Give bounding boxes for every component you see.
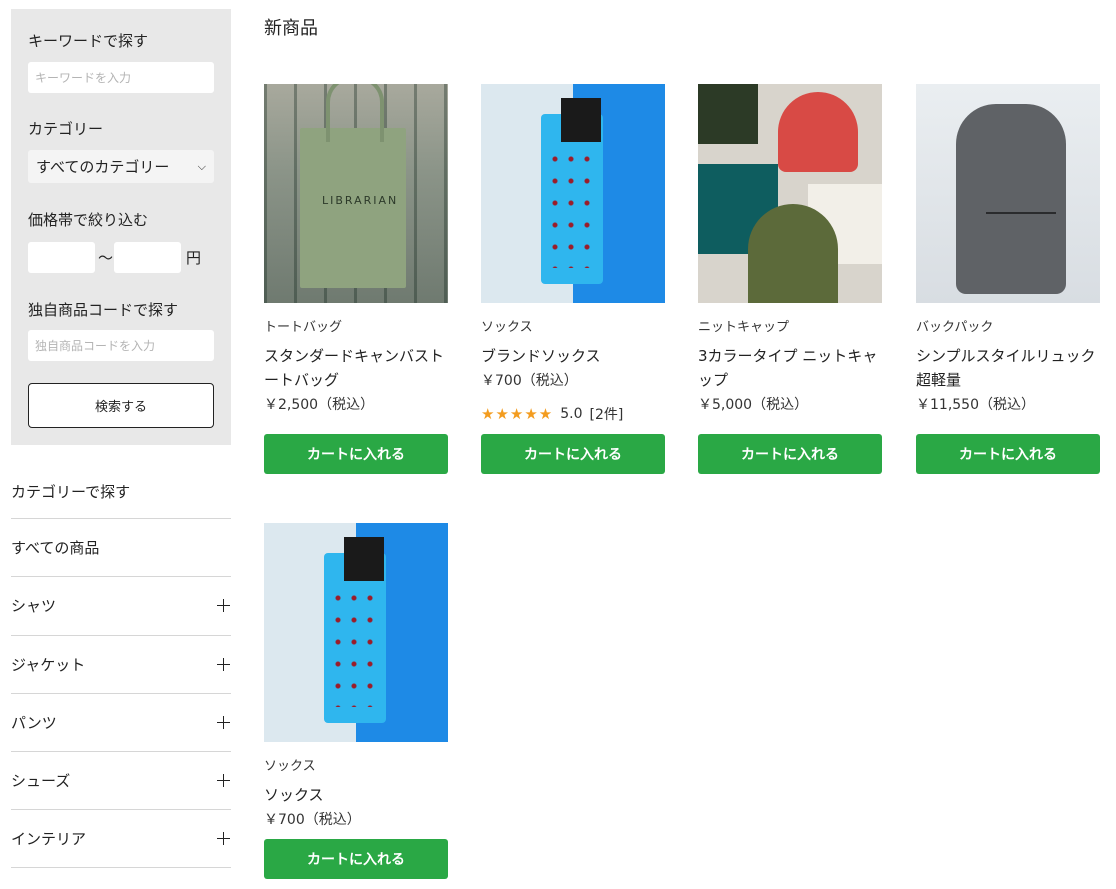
add-to-cart-button[interactable]: カートに入れる — [698, 434, 882, 474]
product-name[interactable]: 3カラータイプ ニットキャップ — [698, 344, 888, 392]
add-to-cart-button[interactable]: カートに入れる — [264, 434, 448, 474]
category-item-shoes[interactable]: シューズ — [11, 751, 231, 809]
star-icon: ★★★★★ — [481, 405, 554, 423]
price-min-input[interactable] — [28, 242, 95, 273]
category-heading: カテゴリーで探す — [11, 483, 131, 501]
plus-icon[interactable] — [217, 716, 230, 730]
keyword-input[interactable] — [28, 62, 214, 93]
product-category: ソックス — [264, 759, 316, 774]
category-item-all[interactable]: すべての商品 — [11, 518, 231, 576]
product-category: ソックス — [481, 320, 533, 335]
keyword-label: キーワードで探す — [28, 32, 149, 50]
price-label: 価格帯で絞り込む — [28, 211, 149, 229]
category-item-label: シャツ — [11, 597, 57, 616]
product-name[interactable]: スタンダードキャンバストートバッグ — [264, 344, 454, 392]
product-image[interactable] — [264, 523, 448, 742]
category-item-label: すべての商品 — [11, 539, 100, 558]
category-item-label: シューズ — [11, 772, 71, 791]
plus-icon[interactable] — [217, 657, 230, 671]
product-image-text: LIBRARIAN — [322, 194, 399, 207]
rating-value: 5.0 — [560, 406, 583, 422]
product-image[interactable] — [916, 84, 1100, 303]
search-panel: キーワードで探す カテゴリー すべてのカテゴリー ⌵ 価格帯で絞り込む ～ 円 … — [11, 9, 231, 445]
product-price: ￥11,550（税込） — [916, 397, 1035, 413]
add-to-cart-button[interactable]: カートに入れる — [264, 839, 448, 879]
price-unit: 円 — [186, 249, 202, 267]
plus-icon[interactable] — [217, 774, 230, 788]
category-item-label: ジャケット — [11, 655, 86, 674]
price-separator: ～ — [98, 249, 114, 267]
product-name[interactable]: ブランドソックス — [481, 344, 671, 368]
search-button[interactable]: 検索する — [28, 383, 214, 428]
category-item-interior[interactable]: インテリア — [11, 809, 231, 868]
product-category: ニットキャップ — [698, 320, 790, 335]
product-price: ￥5,000（税込） — [698, 397, 809, 413]
category-select-value: すべてのカテゴリー — [36, 158, 170, 176]
plus-icon[interactable] — [217, 832, 230, 846]
product-image[interactable] — [698, 84, 882, 303]
category-select[interactable]: すべてのカテゴリー ⌵ — [28, 150, 214, 183]
product-price: ￥700（税込） — [264, 812, 361, 828]
code-input[interactable] — [28, 330, 214, 361]
product-card-socks: ソックス ソックス ￥700（税込） カートに入れる — [264, 523, 448, 879]
category-item-label: インテリア — [11, 830, 87, 849]
product-rating: ★★★★★ 5.0 [2件] — [481, 404, 623, 424]
product-card-knit-cap: ニットキャップ 3カラータイプ ニットキャップ ￥5,000（税込） カートに入… — [698, 84, 882, 474]
product-card-brand-socks: ソックス ブランドソックス ￥700（税込） ★★★★★ 5.0 [2件] カー… — [481, 84, 665, 474]
product-image[interactable]: LIBRARIAN — [264, 84, 448, 303]
product-name[interactable]: シンプルスタイルリュック超軽量 — [916, 344, 1106, 392]
code-label: 独自商品コードで探す — [28, 301, 179, 319]
category-list: すべての商品 シャツ ジャケット パンツ シューズ インテリア — [11, 518, 231, 868]
product-category: トートバッグ — [264, 320, 343, 335]
category-item-shirts[interactable]: シャツ — [11, 576, 231, 634]
category-item-jackets[interactable]: ジャケット — [11, 634, 231, 693]
chevron-down-icon: ⌵ — [197, 159, 206, 173]
add-to-cart-button[interactable]: カートに入れる — [916, 434, 1100, 474]
category-item-label: パンツ — [11, 714, 57, 733]
category-item-pants[interactable]: パンツ — [11, 692, 231, 751]
product-category: バックパック — [916, 320, 994, 335]
product-image[interactable] — [481, 84, 665, 303]
product-price: ￥2,500（税込） — [264, 397, 375, 413]
product-card-backpack: バックパック シンプルスタイルリュック超軽量 ￥11,550（税込） カートに入… — [916, 84, 1100, 474]
add-to-cart-button[interactable]: カートに入れる — [481, 434, 665, 474]
product-card-tote: LIBRARIAN トートバッグ スタンダードキャンバストートバッグ ￥2,50… — [264, 84, 448, 474]
category-label: カテゴリー — [28, 120, 104, 138]
rating-count[interactable]: [2件] — [590, 404, 624, 424]
page-title: 新商品 — [264, 18, 318, 39]
plus-icon[interactable] — [217, 599, 230, 613]
product-price: ￥700（税込） — [481, 373, 578, 389]
price-max-input[interactable] — [114, 242, 181, 273]
product-name[interactable]: ソックス — [264, 783, 454, 807]
